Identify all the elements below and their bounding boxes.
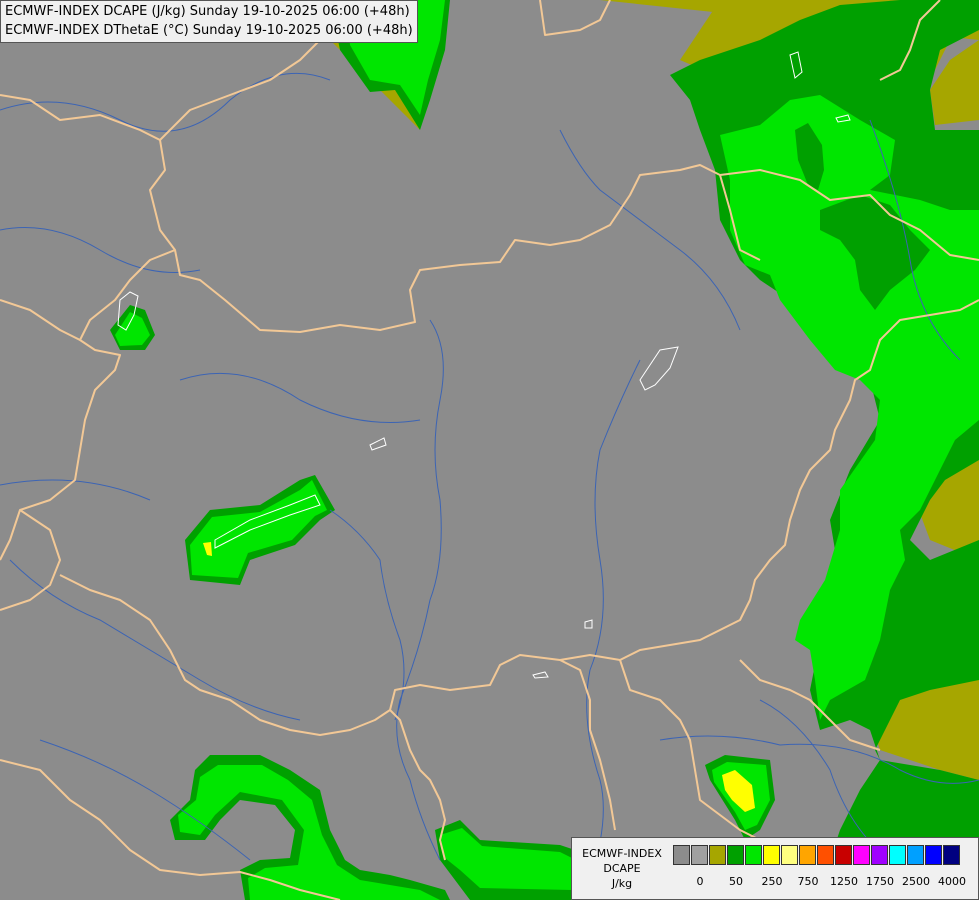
title-line-dcape: ECMWF-INDEX DCAPE (J/kg) Sunday 19-10-20…: [5, 4, 410, 19]
legend-tick-label: 0: [696, 875, 704, 888]
legend-tick-label: 4000: [938, 875, 966, 888]
legend-tick-label: 1250: [830, 875, 858, 888]
legend-label: ECMWF-INDEX DCAPE J/kg: [576, 846, 668, 891]
legend-tick-label: 50: [729, 875, 743, 888]
legend-swatch: [691, 845, 708, 865]
legend-swatch: [943, 845, 960, 865]
legend-swatch: [817, 845, 834, 865]
legend-swatch: [799, 845, 816, 865]
legend-swatches: [673, 845, 961, 867]
legend-ticks: 0 50 250 750 1250 1750 2500 4000: [673, 875, 973, 889]
legend-swatch: [871, 845, 888, 865]
legend-swatch: [709, 845, 726, 865]
legend-swatch: [745, 845, 762, 865]
title-line-dthetae: ECMWF-INDEX DThetaE (°C) Sunday 19-10-20…: [5, 23, 413, 38]
legend-swatch: [781, 845, 798, 865]
legend-swatch: [889, 845, 906, 865]
legend-swatch: [835, 845, 852, 865]
legend-unit: J/kg: [611, 877, 633, 890]
legend-tick-label: 250: [761, 875, 783, 888]
legend-parameter: DCAPE: [603, 862, 641, 875]
legend-tick-label: 1750: [866, 875, 894, 888]
weather-map: [0, 0, 979, 900]
legend-tick-label: 750: [797, 875, 819, 888]
legend-swatch: [853, 845, 870, 865]
color-legend: ECMWF-INDEX DCAPE J/kg 0 50 250 750 1250 1750…: [571, 837, 979, 900]
legend-swatch: [925, 845, 942, 865]
legend-model: ECMWF-INDEX: [582, 847, 662, 860]
legend-tick-label: 2500: [902, 875, 930, 888]
legend-swatch: [727, 845, 744, 865]
legend-swatch: [673, 845, 690, 865]
legend-swatch: [763, 845, 780, 865]
legend-swatch: [907, 845, 924, 865]
map-title-box: ECMWF-INDEX DCAPE (J/kg) Sunday 19-10-20…: [0, 0, 418, 43]
